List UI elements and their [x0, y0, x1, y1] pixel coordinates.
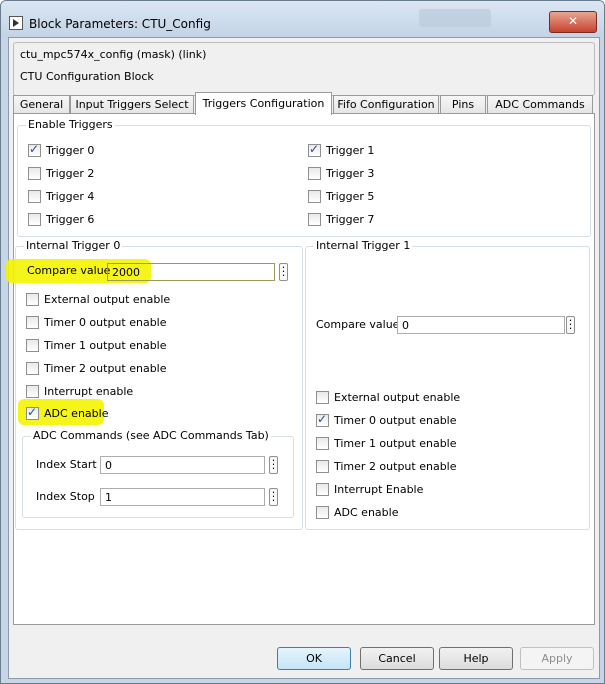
- it1-timer1-output-checkbox[interactable]: [316, 437, 329, 450]
- trigger-2-label: Trigger 2: [46, 167, 95, 180]
- tab-general[interactable]: General: [13, 95, 70, 114]
- trigger-3-checkbox[interactable]: [308, 167, 321, 180]
- dialog-client: ctu_mpc574x_config (mask) (link) CTU Con…: [6, 37, 600, 679]
- internal-trigger-0-group: Internal Trigger 0 Compare value 2000 · ·…: [6, 239, 303, 530]
- help-button[interactable]: Help: [439, 647, 513, 670]
- background-window-ghost: [419, 9, 491, 27]
- internal-trigger-1-group: Internal Trigger 1 Compare value 0 · · · E…: [305, 239, 590, 530]
- it1-interrupt-label: Interrupt Enable: [334, 483, 424, 496]
- it0-timer2-output-checkbox[interactable]: [26, 362, 39, 375]
- index-stop-input[interactable]: 1: [100, 488, 265, 506]
- it0-timer0-output-checkbox[interactable]: [26, 316, 39, 329]
- it0-interrupt-label: Interrupt enable: [44, 385, 134, 398]
- ellipsis-icon[interactable]: · · ·: [269, 487, 278, 506]
- it0-external-output-label: External output enable: [44, 293, 171, 306]
- trigger-2-checkbox[interactable]: [28, 167, 41, 180]
- trigger-0-label: Trigger 0: [46, 144, 95, 157]
- ok-button[interactable]: OK: [277, 647, 351, 670]
- window-title: Block Parameters: CTU_Config: [29, 17, 211, 31]
- it0-timer1-output-label: Timer 1 output enable: [44, 339, 167, 352]
- tab-pins[interactable]: Pins: [440, 95, 486, 114]
- it0-interrupt-checkbox[interactable]: [26, 385, 39, 398]
- triggers-configuration-panel: Enable Triggers Trigger 0 Trigger 1 Trig…: [6, 113, 595, 625]
- index-start-label: Index Start: [36, 458, 97, 471]
- trigger-5-label: Trigger 5: [326, 190, 375, 203]
- it1-external-output-checkbox[interactable]: [316, 391, 329, 404]
- close-icon: ✕: [567, 14, 579, 28]
- ellipsis-icon[interactable]: · · ·: [566, 315, 575, 334]
- trigger-7-label: Trigger 7: [326, 213, 375, 226]
- trigger-6-label: Trigger 6: [46, 213, 95, 226]
- it0-adc-enable-checkbox[interactable]: [26, 405, 39, 420]
- trigger-4-checkbox[interactable]: [28, 190, 41, 203]
- ellipsis-icon[interactable]: · · ·: [269, 455, 278, 474]
- close-button[interactable]: ✕: [549, 11, 597, 33]
- simulink-block-icon: [9, 16, 23, 30]
- compare-value-label: Compare value: [27, 264, 111, 277]
- tab-triggers-configuration[interactable]: Triggers Configuration: [195, 92, 332, 115]
- block-description: CTU Configuration Block: [20, 70, 154, 83]
- enable-triggers-title: Enable Triggers: [26, 118, 115, 131]
- it1-external-output-label: External output enable: [334, 391, 461, 404]
- title-bar[interactable]: Block Parameters: CTU_Config ✕: [1, 1, 604, 37]
- it1-compare-value-input[interactable]: 0: [397, 316, 565, 334]
- cancel-button[interactable]: Cancel: [360, 647, 434, 670]
- adc-commands-title: ADC Commands (see ADC Commands Tab): [31, 429, 271, 442]
- it0-timer0-output-label: Timer 0 output enable: [44, 316, 167, 329]
- trigger-6-checkbox[interactable]: [28, 213, 41, 226]
- internal-trigger-0-title: Internal Trigger 0: [24, 239, 123, 252]
- trigger-4-label: Trigger 4: [46, 190, 95, 203]
- index-stop-label: Index Stop: [36, 490, 95, 503]
- it1-adc-enable-checkbox[interactable]: [316, 506, 329, 519]
- trigger-3-label: Trigger 3: [326, 167, 375, 180]
- mask-line: ctu_mpc574x_config (mask) (link): [20, 48, 207, 61]
- mask-description-box: ctu_mpc574x_config (mask) (link) CTU Con…: [13, 42, 595, 96]
- trigger-1-label: Trigger 1: [326, 144, 375, 157]
- apply-button[interactable]: Apply: [520, 647, 594, 670]
- it1-timer0-output-checkbox[interactable]: [316, 412, 329, 427]
- trigger-7-checkbox[interactable]: [308, 213, 321, 226]
- tab-input-triggers-select[interactable]: Input Triggers Select: [70, 95, 194, 114]
- it1-interrupt-checkbox[interactable]: [316, 483, 329, 496]
- compare-value-input[interactable]: 2000: [107, 263, 275, 281]
- it1-timer2-output-label: Timer 2 output enable: [334, 460, 457, 473]
- it0-timer2-output-label: Timer 2 output enable: [44, 362, 167, 375]
- it1-timer2-output-checkbox[interactable]: [316, 460, 329, 473]
- it1-timer0-output-label: Timer 0 output enable: [334, 414, 457, 427]
- ellipsis-icon[interactable]: · · ·: [279, 262, 288, 281]
- index-start-input[interactable]: 0: [100, 456, 265, 474]
- it1-adc-enable-label: ADC enable: [334, 506, 399, 519]
- internal-trigger-1-title: Internal Trigger 1: [314, 239, 413, 252]
- it1-compare-value-label: Compare value: [316, 318, 400, 331]
- tab-fifo-configuration[interactable]: Fifo Configuration: [333, 95, 439, 114]
- trigger-1-checkbox[interactable]: [308, 142, 321, 157]
- enable-triggers-group: Enable Triggers Trigger 0 Trigger 1 Trig…: [17, 118, 591, 237]
- tab-adc-commands[interactable]: ADC Commands: [487, 95, 593, 114]
- dialog-window: Block Parameters: CTU_Config ✕ ctu_mpc57…: [0, 0, 605, 684]
- it0-adc-enable-label: ADC enable: [44, 407, 109, 420]
- it1-timer1-output-label: Timer 1 output enable: [334, 437, 457, 450]
- adc-commands-subgroup: ADC Commands (see ADC Commands Tab) Inde…: [22, 429, 294, 518]
- trigger-5-checkbox[interactable]: [308, 190, 321, 203]
- trigger-0-checkbox[interactable]: [28, 142, 41, 157]
- it0-external-output-checkbox[interactable]: [26, 293, 39, 306]
- it0-timer1-output-checkbox[interactable]: [26, 339, 39, 352]
